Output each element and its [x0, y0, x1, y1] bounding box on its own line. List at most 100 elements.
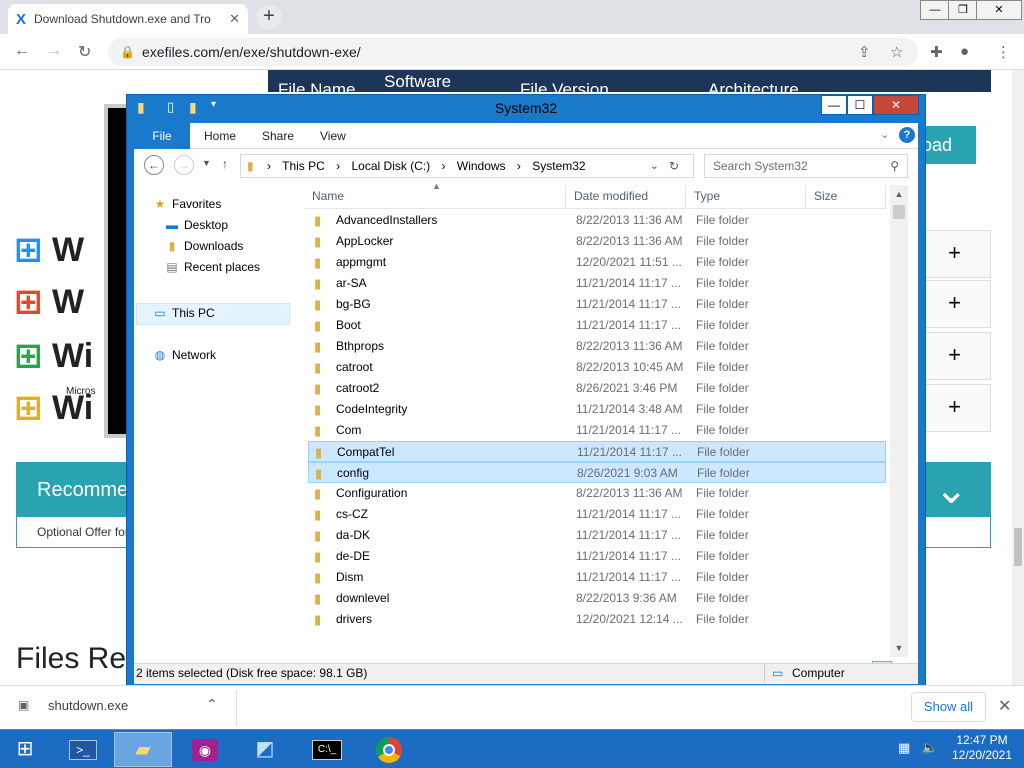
table-row[interactable]: ▮ catroot2 8/26/2021 3:46 PM File folder: [308, 378, 886, 399]
back-icon[interactable]: ←: [144, 155, 164, 175]
tab-close-icon[interactable]: ✕: [229, 11, 240, 27]
breadcrumb-windows[interactable]: Windows: [457, 159, 506, 173]
table-row[interactable]: ▮ Boot 11/21/2014 11:17 ... File folder: [308, 315, 886, 336]
explorer-close-button[interactable]: ✕: [873, 95, 919, 115]
browser-restore-button[interactable]: ❐: [948, 0, 978, 20]
address-dropdown-icon[interactable]: ⌄: [650, 155, 659, 177]
down-arrow-icon[interactable]: ⌄: [934, 467, 968, 513]
breadcrumb-arrow[interactable]: ›: [442, 159, 446, 173]
download-filename[interactable]: shutdown.exe: [48, 698, 128, 713]
notepad-icon[interactable]: ◩: [236, 732, 294, 767]
start-windows-icon[interactable]: ⊞: [0, 732, 50, 767]
nav-favorites[interactable]: ★ Favorites: [152, 197, 222, 211]
extensions-puzzle-icon[interactable]: ✚: [930, 43, 943, 61]
tab-file[interactable]: File: [134, 123, 190, 149]
snipping-tool-icon[interactable]: ◉: [176, 732, 234, 767]
table-row[interactable]: ▮ CompatTel 11/21/2014 11:17 ... File folde…: [308, 441, 886, 462]
table-row[interactable]: ▮ Configuration 8/22/2013 11:36 AM File fol…: [308, 483, 886, 504]
back-arrow-icon[interactable]: ←: [14, 42, 30, 60]
table-row[interactable]: ▮ drivers 12/20/2021 12:14 ... File folder: [308, 609, 886, 630]
explorer-minimize-button[interactable]: —: [821, 95, 847, 115]
table-row[interactable]: ▮ CodeIntegrity 11/21/2014 3:48 AM File fol…: [308, 399, 886, 420]
table-row[interactable]: ▮ Com 11/21/2014 11:17 ... File folder: [308, 420, 886, 441]
nav-recent-places[interactable]: ▤ Recent places: [164, 260, 260, 274]
nav-network[interactable]: ◍ Network: [152, 348, 216, 362]
clock-time: 12:47 PM: [956, 733, 1008, 747]
bookmark-star-icon[interactable]: ☆: [890, 43, 903, 61]
table-row[interactable]: ▮ bg-BG 11/21/2014 11:17 ... File folder: [308, 294, 886, 315]
table-row[interactable]: ▮ cs-CZ 11/21/2014 11:17 ... File folder: [308, 504, 886, 525]
page-scrollbar[interactable]: [1012, 70, 1024, 685]
network-tray-icon[interactable]: ▦: [898, 740, 910, 755]
refresh-icon[interactable]: ↻: [669, 155, 679, 177]
browser-close-button[interactable]: ✕: [976, 0, 1022, 20]
explorer-maximize-button[interactable]: ☐: [847, 95, 873, 115]
table-row[interactable]: ▮ de-DE 11/21/2014 11:17 ... File folder: [308, 546, 886, 567]
breadcrumb-arrow[interactable]: ›: [336, 159, 340, 173]
browser-tab[interactable]: X Download Shutdown.exe and Tro ✕: [8, 4, 248, 34]
table-row[interactable]: ▮ ar-SA 11/21/2014 11:17 ... File folder: [308, 273, 886, 294]
accordion-expand-icon[interactable]: +: [918, 332, 991, 380]
download-button[interactable]: oad: [918, 126, 976, 164]
desktop-icon: ▬: [166, 218, 178, 232]
new-tab-button[interactable]: +: [256, 5, 282, 29]
scrollbar-thumb[interactable]: [893, 205, 905, 219]
show-all-button[interactable]: Show all: [911, 692, 986, 722]
address-bar[interactable]: 🔒 exefiles.com/en/exe/shutdown-exe/: [108, 38, 918, 66]
accordion-expand-icon[interactable]: +: [918, 230, 991, 278]
breadcrumb-local-disk[interactable]: Local Disk (C:): [352, 159, 431, 173]
nav-this-pc[interactable]: ▭ This PC: [152, 306, 214, 320]
table-row[interactable]: ▮ da-DK 11/21/2014 11:17 ... File folder: [308, 525, 886, 546]
table-row[interactable]: ▮ AppLocker 8/22/2013 11:36 AM File folder: [308, 231, 886, 252]
volume-icon[interactable]: 🔈: [922, 740, 938, 755]
explorer-address-bar[interactable]: ▮ › This PC › Local Disk (C:) › Windows …: [240, 154, 694, 178]
table-row[interactable]: ▮ AdvancedInstallers 8/22/2013 11:36 AM Fil…: [308, 210, 886, 231]
nav-desktop[interactable]: ▬ Desktop: [164, 218, 228, 232]
help-icon[interactable]: ?: [899, 127, 915, 143]
column-date-modified[interactable]: Date modified: [566, 185, 686, 209]
forward-arrow-icon[interactable]: →: [46, 42, 62, 60]
tab-home[interactable]: Home: [204, 129, 236, 143]
chevron-up-icon[interactable]: ⌃: [206, 696, 218, 713]
chrome-menu-icon[interactable]: ⋮: [996, 43, 1011, 61]
table-row[interactable]: ▮ Bthprops 8/22/2013 11:36 AM File folder: [308, 336, 886, 357]
table-row[interactable]: ▮ downlevel 8/22/2013 9:36 AM File folder: [308, 588, 886, 609]
recent-locations-icon[interactable]: ▼: [202, 158, 211, 168]
explorer-titlebar[interactable]: ▮ ▯ ▮ ▾ System32 — ☐ ✕: [127, 95, 925, 121]
clock-date: 12/20/2021: [951, 748, 1013, 762]
browser-minimize-button[interactable]: —: [920, 0, 950, 20]
page-scrollbar-thumb[interactable]: [1014, 528, 1022, 566]
ribbon-expand-icon[interactable]: ⌄: [880, 128, 889, 141]
profile-avatar-icon[interactable]: ●: [960, 43, 969, 60]
table-row[interactable]: ▮ appmgmt 12/20/2021 11:51 ... File folder: [308, 252, 886, 273]
breadcrumb-arrow[interactable]: ›: [267, 159, 271, 173]
nav-downloads[interactable]: ▮ Downloads: [164, 239, 244, 253]
scroll-down-icon[interactable]: ▼: [890, 639, 908, 657]
forward-icon[interactable]: →: [174, 155, 194, 175]
clock[interactable]: 12:47 PM 12/20/2021: [950, 733, 1014, 763]
tab-view[interactable]: View: [320, 129, 346, 143]
column-type[interactable]: Type: [686, 185, 806, 209]
search-input[interactable]: Search System32 ⚲: [704, 154, 908, 178]
accordion-expand-icon[interactable]: +: [918, 384, 991, 432]
file-explorer-icon[interactable]: ▰: [114, 732, 172, 767]
folder-icon: ▮: [314, 549, 322, 564]
table-row[interactable]: ▮ config 8/26/2021 9:03 AM File folder: [308, 462, 886, 483]
breadcrumb-arrow[interactable]: ›: [517, 159, 521, 173]
table-row[interactable]: ▮ Dism 11/21/2014 11:17 ... File folder: [308, 567, 886, 588]
tab-share[interactable]: Share: [262, 129, 294, 143]
command-prompt-icon[interactable]: C:\_: [298, 732, 356, 767]
chrome-icon[interactable]: [360, 732, 418, 767]
up-arrow-icon[interactable]: ↑: [222, 157, 228, 171]
accordion-expand-icon[interactable]: +: [918, 280, 991, 328]
file-list-scrollbar[interactable]: ▲ ▼: [890, 185, 908, 657]
close-download-bar-icon[interactable]: ✕: [998, 696, 1011, 716]
table-row[interactable]: ▮ catroot 8/22/2013 10:45 AM File folder: [308, 357, 886, 378]
share-icon[interactable]: ⇪: [858, 43, 871, 61]
scroll-up-icon[interactable]: ▲: [890, 185, 908, 203]
reload-icon[interactable]: ↻: [78, 42, 91, 62]
powershell-icon[interactable]: >_: [54, 732, 112, 767]
column-size[interactable]: Size: [806, 185, 886, 209]
breadcrumb-this-pc[interactable]: This PC: [282, 159, 325, 173]
breadcrumb-system32[interactable]: System32: [532, 159, 585, 173]
